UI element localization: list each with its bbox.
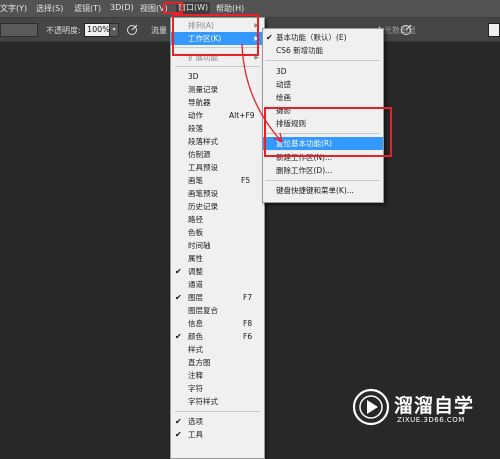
menu-item-history[interactable]: 历史记录 [171,200,264,213]
menu-item-brush-presets[interactable]: 画笔预设 [171,187,264,200]
flow-field-partial[interactable] [488,23,500,37]
menu-item-options[interactable]: ✔ 选项 [171,415,264,428]
checkmark-icon: ✔ [175,332,182,341]
menu-item-character[interactable]: 字符 [171,382,264,395]
menu-item-layer-comps[interactable]: 图层复合 [171,304,264,317]
menu-item-paths[interactable]: 路径 [171,213,264,226]
flow-label: 流量 [151,26,167,35]
watermark-title: 溜溜自学 [394,395,475,417]
menu-item-adjustments[interactable]: ✔ 调整 [171,265,264,278]
checkmark-icon: ✔ [175,293,182,302]
checkmark-icon: ✔ [175,267,182,276]
pressure-opacity-icon[interactable] [126,24,138,36]
pressure-size-icon[interactable] [400,24,412,36]
menu-3d[interactable]: 3D(D) [110,3,134,12]
menu-item-tools[interactable]: ✔ 工具 [171,428,264,441]
menu-item-properties[interactable]: 属性 [171,252,264,265]
menu-item-info[interactable]: 信息 F8 [171,317,264,330]
opacity-dropdown[interactable]: ▾ [109,23,119,37]
checkmark-icon: ✔ [175,430,182,439]
play-logo-icon [352,388,390,426]
watermark: 溜溜自学 ZIXUE.3D66.COM [350,385,500,433]
menu-item-layers[interactable]: ✔ 图层 F7 [171,291,264,304]
menu-help[interactable]: 帮助(H) [216,3,244,14]
watermark-url: ZIXUE.3D66.COM [397,416,465,424]
submenu-item-keyboard-shortcuts[interactable]: 键盘快捷键和菜单(K)... [263,184,383,197]
menu-filter[interactable]: 滤镜(T) [74,3,101,14]
menu-item-swatches[interactable]: 色板 [171,226,264,239]
menu-item-character-styles[interactable]: 字符样式 [171,395,264,408]
menu-item-brush[interactable]: 画笔 F5 [171,174,264,187]
menu-item-histogram[interactable]: 直方图 [171,356,264,369]
menu-item-notes[interactable]: 注释 [171,369,264,382]
submenu-item-delete-workspace[interactable]: 删除工作区(D)... [263,164,383,177]
menu-select[interactable]: 选择(S) [36,3,63,14]
opacity-label: 不透明度: [46,26,81,35]
annotation-arrow-icon [241,43,283,143]
menu-item-timeline[interactable]: 时间轴 [171,239,264,252]
menu-item-channels[interactable]: 通道 [171,278,264,291]
menu-item-tool-presets[interactable]: 工具预设 [171,161,264,174]
mode-dropdown[interactable] [0,23,38,37]
menu-type[interactable]: 文字(Y) [0,3,27,14]
menu-item-color[interactable]: ✔ 颜色 F6 [171,330,264,343]
menu-item-styles[interactable]: 样式 [171,343,264,356]
annotation-box-window-menu [163,2,183,14]
opacity-input[interactable]: 100% [84,23,112,37]
checkmark-icon: ✔ [175,417,182,426]
